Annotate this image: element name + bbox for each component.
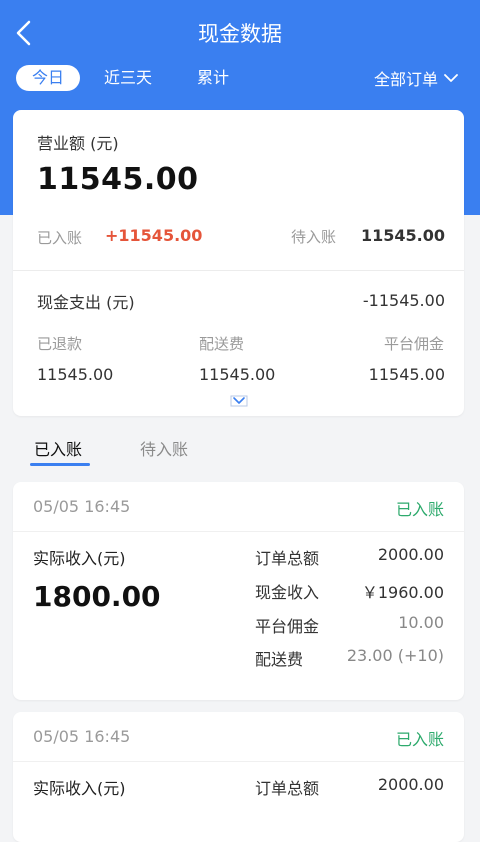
order-filter-label: 全部订单 [373, 70, 438, 89]
cash-summary-card: 营业额 (元) 11545.00 已入账 +11545.00 待入账 11545… [13, 110, 464, 416]
order-total-label: 订单总额 [255, 549, 320, 568]
page-title: 现金数据 [198, 22, 282, 46]
revenue-label: 营业额 (元) [37, 134, 119, 153]
order-divider [13, 761, 464, 762]
actual-income-label: 实际收入(元) [33, 549, 126, 568]
refunded-value: 11545.00 [37, 365, 114, 384]
pending-label: 待入账 [291, 228, 337, 246]
actual-income-label: 实际收入(元) [33, 779, 126, 798]
delivery-fee-label: 配送费 [255, 650, 304, 669]
tab-today[interactable]: 今日 [16, 65, 80, 91]
tab-cumulative[interactable]: 累计 [197, 65, 229, 91]
order-status: 已入账 [395, 730, 444, 749]
cash-income-label: 现金收入 [255, 583, 320, 602]
order-card[interactable]: 05/05 16:45 已入账 实际收入(元) 1800.00 订单总额 200… [13, 482, 464, 700]
platform-commission-label: 平台佣金 [255, 617, 320, 636]
tab-three-days[interactable]: 近三天 [104, 65, 152, 91]
order-divider [13, 531, 464, 532]
cash-out-label: 现金支出 (元) [37, 293, 135, 312]
order-total-value: 2000.00 [377, 545, 444, 564]
delivery-fee-value: 11545.00 [199, 365, 276, 384]
order-filter-dropdown[interactable]: 全部订单 [374, 66, 458, 90]
segment-active-indicator [30, 463, 90, 466]
delivery-fee-value: 23.00 (+10) [346, 646, 444, 665]
actual-income-value: 1800.00 [33, 580, 161, 613]
order-total-value: 2000.00 [377, 775, 444, 794]
order-time: 05/05 16:45 [33, 727, 131, 746]
expand-chevron-icon[interactable] [230, 394, 248, 408]
cash-out-value: -11545.00 [362, 291, 445, 310]
order-total-label: 订单总额 [255, 779, 320, 798]
credited-value: +11545.00 [105, 226, 203, 245]
commission-label: 平台佣金 [383, 335, 444, 353]
summary-divider [13, 270, 464, 271]
platform-commission-value: 10.00 [398, 613, 444, 632]
chevron-down-icon [444, 74, 458, 82]
order-status: 已入账 [395, 500, 444, 519]
refunded-label: 已退款 [37, 335, 83, 353]
revenue-value: 11545.00 [37, 162, 199, 197]
credited-label: 已入账 [37, 229, 83, 247]
commission-value: 11545.00 [368, 365, 445, 384]
segment-credited[interactable]: 已入账 [34, 436, 82, 460]
pending-value: 11545.00 [360, 226, 445, 245]
delivery-fee-label: 配送费 [199, 335, 245, 353]
cash-income-value: ￥1960.00 [361, 583, 444, 602]
segment-pending[interactable]: 待入账 [140, 436, 188, 460]
order-time: 05/05 16:45 [33, 497, 131, 516]
order-card[interactable]: 05/05 16:45 已入账 实际收入(元) 订单总额 2000.00 [13, 712, 464, 842]
